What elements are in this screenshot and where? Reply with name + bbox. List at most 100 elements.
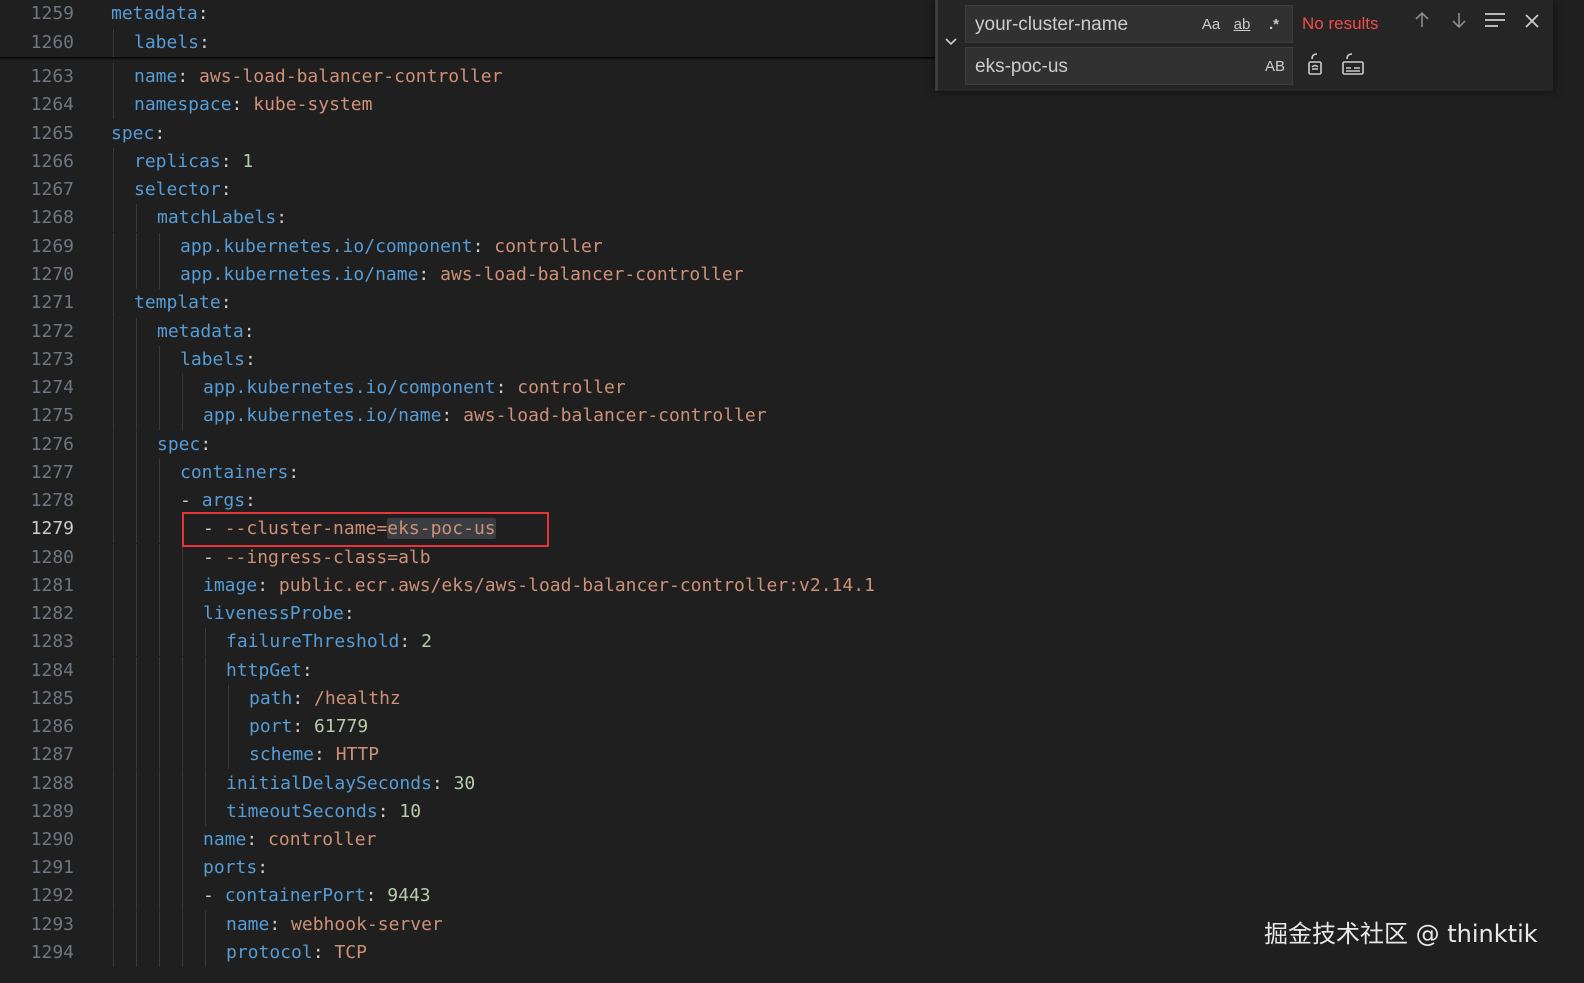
regex-toggle[interactable]: .*: [1262, 14, 1286, 36]
code-line[interactable]: 1272 metadata:: [0, 318, 1584, 346]
line-number: 1291: [30, 857, 74, 878]
indent-guide: [204, 685, 206, 713]
code-text: labels:: [180, 346, 256, 374]
find-input-value: your-cluster-name: [975, 14, 1129, 35]
code-token: labels: [134, 32, 200, 53]
close-icon[interactable]: [1519, 11, 1545, 37]
whole-word-toggle[interactable]: ab: [1228, 14, 1256, 36]
line-number: 1260: [30, 32, 74, 53]
code-line[interactable]: 1266 replicas: 1: [0, 148, 1584, 176]
indent-guide: [158, 713, 160, 741]
indent-guide: [113, 657, 114, 685]
code-line[interactable]: 1292 - containerPort: 9443: [0, 882, 1584, 910]
code-line[interactable]: 1281 image: public.ecr.aws/eks/aws-load-b…: [0, 572, 1584, 600]
indent-guide: [135, 882, 137, 910]
code-line[interactable]: 1290 name: controller: [0, 826, 1584, 854]
code-line[interactable]: 1286 port: 61779: [0, 713, 1584, 741]
arrow-down-icon[interactable]: [1446, 11, 1472, 37]
code-token: -: [180, 490, 202, 511]
code-token: timeoutSeconds: [226, 801, 378, 822]
indent-guide: [204, 713, 206, 741]
code-line[interactable]: 1289 timeoutSeconds: 10: [0, 798, 1584, 826]
indent-guide: [113, 29, 114, 57]
indent-guide: [158, 374, 160, 402]
find-input[interactable]: your-cluster-name Aa ab .*: [965, 5, 1293, 43]
code-line[interactable]: 1271 template:: [0, 289, 1584, 317]
indent-guide: [113, 572, 114, 600]
replace-all-icon[interactable]: [1340, 52, 1366, 78]
line-number: 1275: [30, 405, 74, 426]
indent-guide: [181, 572, 183, 600]
find-in-selection-icon[interactable]: [1482, 11, 1508, 37]
indent-guide: [181, 402, 183, 430]
indent-guide: [113, 826, 114, 854]
indent-guide: [113, 939, 114, 967]
indent-guide: [113, 176, 114, 204]
indent-guide: [158, 826, 160, 854]
code-text: livenessProbe:: [203, 600, 355, 628]
indent-guide: [204, 628, 206, 656]
code-line[interactable]: 1277 containers:: [0, 459, 1584, 487]
indent-guide: [135, 374, 137, 402]
code-token: :: [245, 490, 256, 511]
code-token: containers: [180, 462, 289, 483]
code-text: protocol: TCP: [226, 939, 367, 967]
replace-input-value: eks-poc-us: [975, 56, 1068, 77]
code-token: selector: [134, 179, 221, 200]
code-text: timeoutSeconds: 10: [226, 798, 421, 826]
arrow-up-icon[interactable]: [1409, 11, 1435, 37]
code-line[interactable]: 1264 namespace: kube-system: [0, 91, 1584, 119]
line-number: 1293: [30, 914, 74, 935]
code-line[interactable]: 1273 labels:: [0, 346, 1584, 374]
code-text: initialDelaySeconds: 30: [226, 770, 475, 798]
code-line[interactable]: 1283 failureThreshold: 2: [0, 628, 1584, 656]
code-token: name: [226, 914, 270, 935]
indent-guide: [204, 798, 206, 826]
indent-guide: [135, 741, 137, 769]
code-text: spec:: [157, 431, 211, 459]
code-token: kube-system: [253, 94, 373, 115]
code-line[interactable]: 1285 path: /healthz: [0, 685, 1584, 713]
line-number: 1273: [30, 349, 74, 370]
line-number: 1265: [30, 123, 74, 144]
replace-icon[interactable]: [1302, 52, 1328, 78]
code-line[interactable]: 1291 ports:: [0, 854, 1584, 882]
indent-guide: [181, 911, 183, 939]
code-line[interactable]: 1288 initialDelaySeconds: 30: [0, 770, 1584, 798]
code-token: args: [201, 490, 246, 511]
code-line[interactable]: 1284 httpGet:: [0, 657, 1584, 685]
line-number: 1290: [30, 829, 74, 850]
code-token: :: [177, 66, 200, 87]
code-token: :: [441, 405, 464, 426]
line-number: 1281: [30, 575, 74, 596]
indent-guide: [158, 233, 160, 261]
code-text: failureThreshold: 2: [226, 628, 432, 656]
find-status: No results: [1302, 14, 1379, 33]
code-line[interactable]: 1269 app.kubernetes.io/component: control…: [0, 233, 1584, 261]
code-line[interactable]: 1268 matchLabels:: [0, 204, 1584, 232]
line-number: 1274: [30, 377, 74, 398]
match-case-toggle[interactable]: Aa: [1199, 14, 1223, 36]
code-line[interactable]: 1267 selector:: [0, 176, 1584, 204]
code-token: template: [134, 292, 221, 313]
find-widget-resize-sash[interactable]: [935, 0, 938, 91]
code-line[interactable]: 1275 app.kubernetes.io/name: aws-load-bal…: [0, 402, 1584, 430]
code-text: metadata:: [111, 0, 209, 28]
code-token: labels: [180, 349, 246, 370]
code-line[interactable]: 1282 livenessProbe:: [0, 600, 1584, 628]
indent-guide: [158, 459, 160, 487]
indent-guide: [113, 713, 114, 741]
code-line[interactable]: 1265 spec:: [0, 120, 1584, 148]
code-line[interactable]: 1287 scheme: HTTP: [0, 741, 1584, 769]
chevron-down-icon[interactable]: [941, 33, 961, 57]
code-line[interactable]: 1278 - args:: [0, 487, 1584, 515]
preserve-case-toggle[interactable]: AB: [1262, 56, 1288, 78]
code-line[interactable]: 1270 app.kubernetes.io/name: aws-load-bal…: [0, 261, 1584, 289]
code-text: name: controller: [203, 826, 376, 854]
code-editor[interactable]: 1259 metadata: 1260 labels: 1263 name: aws-lo…: [0, 0, 1584, 983]
code-line[interactable]: 1276 spec:: [0, 431, 1584, 459]
replace-input[interactable]: eks-poc-us AB: [965, 47, 1293, 85]
code-line[interactable]: 1280 - --ingress-class=alb: [0, 544, 1584, 572]
code-line[interactable]: 1274 app.kubernetes.io/component: control…: [0, 374, 1584, 402]
code-token: :: [301, 660, 313, 681]
